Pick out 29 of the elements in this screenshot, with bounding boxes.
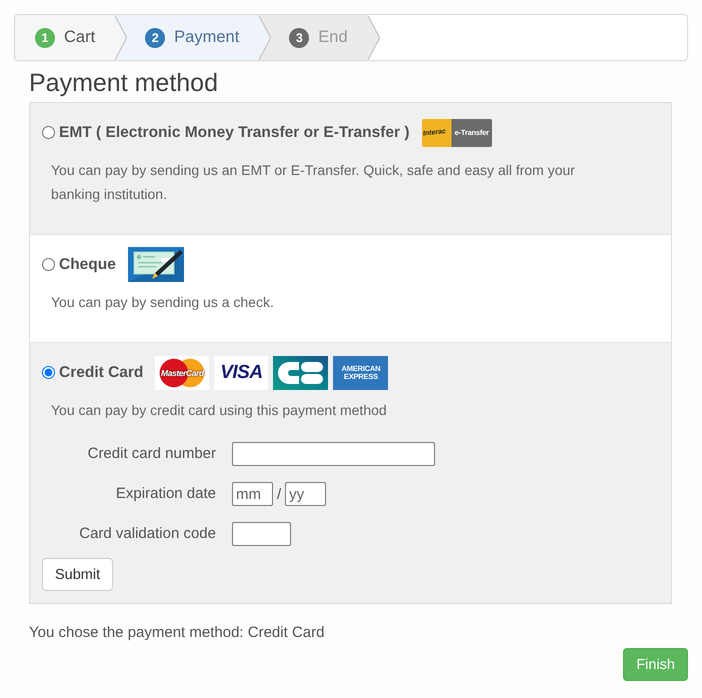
form-label: Expiration date <box>114 484 216 504</box>
section-heading: Payment method <box>29 69 219 97</box>
separator-text: / <box>277 486 282 502</box>
submit-button[interactable]: Submit <box>42 558 114 591</box>
step-number-badge: 1 <box>35 28 55 48</box>
cvc-field[interactable] <box>232 522 291 546</box>
status-message: You chose the payment method: Credit Card <box>29 624 326 642</box>
cb-logo-icon <box>273 356 328 390</box>
month-field[interactable]: mm <box>232 482 273 506</box>
radio-button[interactable] <box>42 126 55 139</box>
payment-option-description: You can pay by sending us a check. <box>51 293 275 312</box>
checkout-step[interactable]: 1 Cart <box>15 15 128 60</box>
radio-button[interactable] <box>42 258 55 271</box>
form-label: Credit card number <box>86 444 216 464</box>
payment-option-label[interactable]: Credit Card <box>59 364 144 382</box>
cheque-pen-icon <box>128 247 184 282</box>
checkout-step[interactable]: 2 Payment <box>127 15 272 60</box>
payment-option-description: You can pay by sending us an EMT or E-Transfer. Quick, safe and easy all from your banking institution. <box>51 161 576 204</box>
checkout-step[interactable]: 3 End <box>271 15 380 60</box>
visa-logo: VISA <box>214 356 268 390</box>
step-number-badge: 3 <box>289 28 310 48</box>
radio-button[interactable] <box>42 366 55 379</box>
payment-option-label[interactable]: EMT ( Electronic Money Transfer or E-Transfer ) <box>59 124 410 142</box>
card-number-field[interactable] <box>232 442 435 466</box>
step-number-badge: 2 <box>145 28 166 48</box>
form-label: Card validation code <box>78 524 216 544</box>
year-field[interactable]: yy <box>285 482 326 506</box>
payment-option-description: You can pay by credit card using this payment method <box>51 401 388 420</box>
payment-option-label[interactable]: Cheque <box>59 256 116 274</box>
